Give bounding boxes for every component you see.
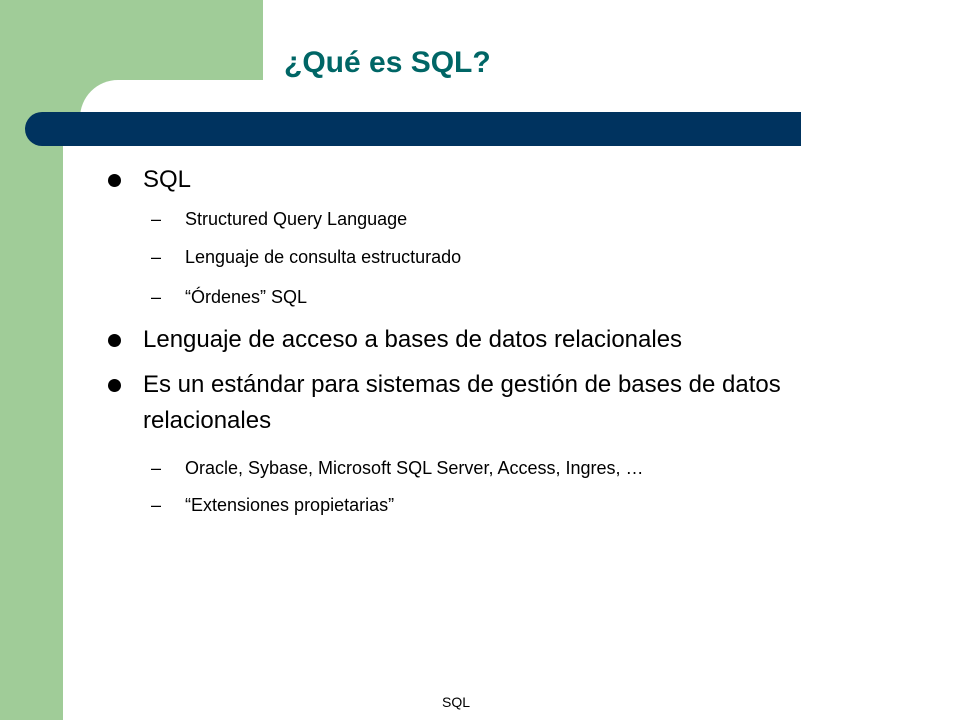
bullet-dot bbox=[108, 174, 121, 187]
bullet-item: Es un estándar para sistemas de gestión … bbox=[143, 371, 781, 434]
sub-bullet-item: Structured Query Language bbox=[185, 209, 408, 229]
sub-bullet-dash: – bbox=[151, 247, 162, 267]
sub-bullet-item: “Extensiones propietarias” bbox=[185, 495, 395, 515]
slide-footer: SQL bbox=[442, 694, 471, 710]
slide-content: SQL – Structured Query Language – Lengua… bbox=[0, 0, 960, 720]
bullet-dot bbox=[108, 334, 121, 347]
bullet-item: SQL bbox=[143, 166, 192, 193]
sub-bullet-dash: – bbox=[151, 495, 162, 515]
sub-bullet-item: Oracle, Sybase, Microsoft SQL Server, Ac… bbox=[185, 458, 644, 478]
slide: ¿Qué es SQL? SQL – Structured Query Lang… bbox=[0, 0, 960, 720]
sub-bullet-dash: – bbox=[151, 209, 162, 229]
sub-bullet-dash: – bbox=[151, 458, 162, 478]
sub-bullet-item: Lenguaje de consulta estructurado bbox=[185, 247, 462, 267]
bullet-item: Lenguaje de acceso a bases de datos rela… bbox=[143, 326, 683, 353]
sub-bullet-item: “Órdenes” SQL bbox=[185, 287, 308, 307]
bullet-dot bbox=[108, 379, 121, 392]
sub-bullet-dash: – bbox=[151, 287, 162, 307]
